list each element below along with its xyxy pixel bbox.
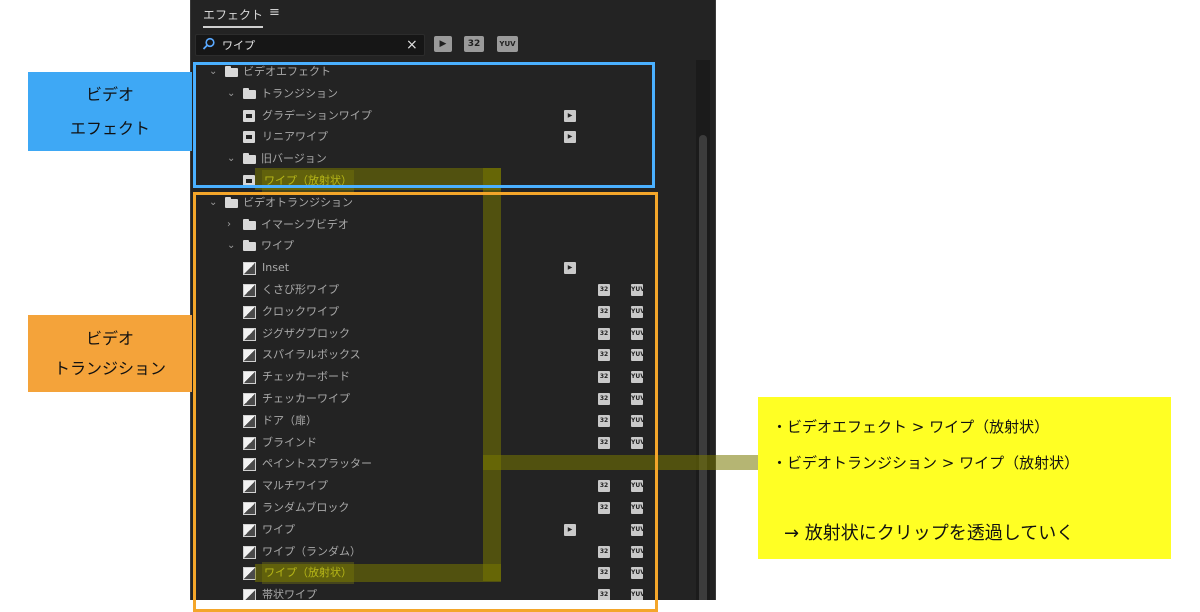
search-box[interactable]: × <box>195 34 425 56</box>
note-box: ・ビデオエフェクト > ワイプ（放射状） ・ビデオトランジション > ワイプ（放… <box>758 397 1171 559</box>
note-line-effect: ・ビデオエフェクト > ワイプ（放射状） <box>772 418 1050 436</box>
callout-line: トランジション <box>53 358 166 378</box>
note-line-transition: ・ビデオトランジション > ワイプ（放射状） <box>772 454 1080 472</box>
hamburger-icon[interactable]: ≡ <box>269 5 280 20</box>
video-effects-outline <box>193 62 655 188</box>
callout-line: ビデオ <box>85 328 134 348</box>
yuv-icon[interactable]: YUV <box>497 36 518 52</box>
scroll-thumb[interactable] <box>699 135 707 600</box>
clear-search-icon[interactable]: × <box>406 36 418 54</box>
callout-line: エフェクト <box>69 118 150 138</box>
note-conclusion: → 放射状にクリップを透過していく <box>784 523 1075 544</box>
video-transitions-callout: ビデオ トランジション <box>28 315 192 392</box>
search-input[interactable] <box>222 36 402 54</box>
search-row: × ▶ 32 YUV <box>191 34 715 56</box>
video-effects-callout: ビデオ エフェクト <box>28 72 192 151</box>
callout-line: ビデオ <box>85 84 134 104</box>
32bit-icon[interactable]: 32 <box>464 36 484 52</box>
accelerated-effect-icon[interactable]: ▶ <box>434 36 452 52</box>
vertical-scrollbar[interactable] <box>696 60 710 600</box>
panel-header: エフェクト ≡ <box>191 0 715 32</box>
panel-title-tab[interactable]: エフェクト <box>203 6 264 28</box>
search-icon <box>202 37 215 50</box>
video-transitions-outline <box>193 192 658 612</box>
